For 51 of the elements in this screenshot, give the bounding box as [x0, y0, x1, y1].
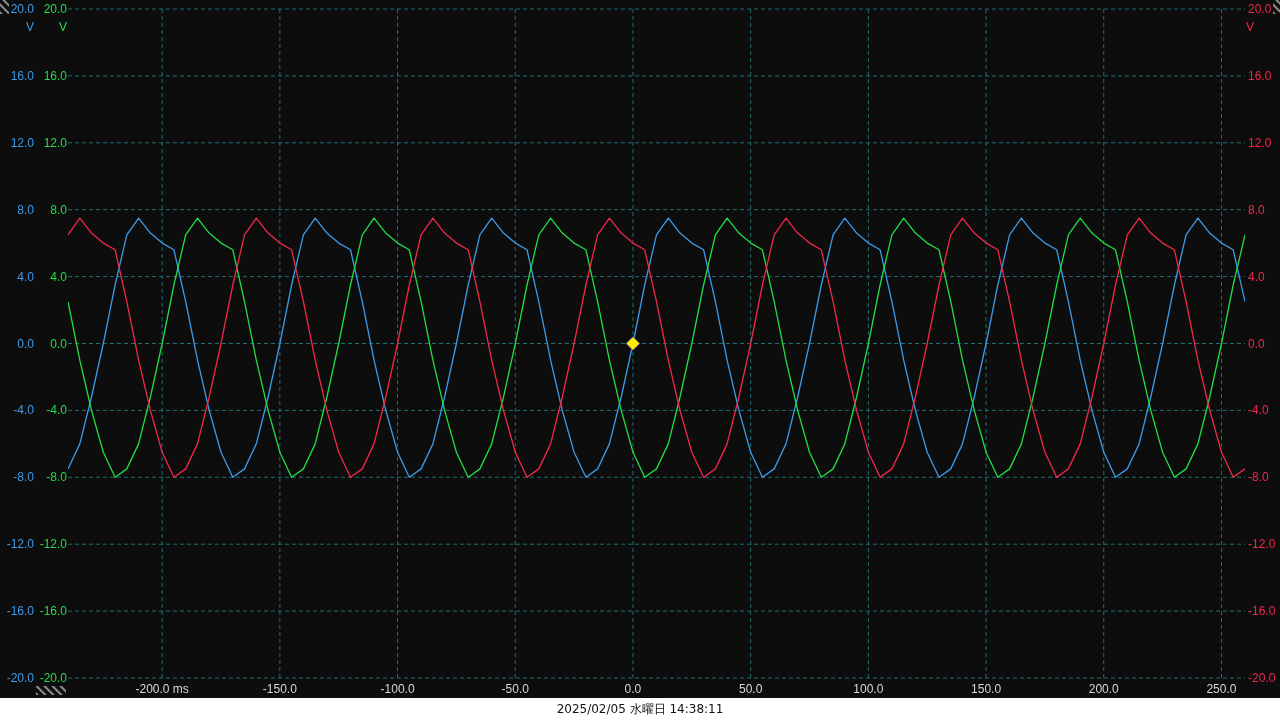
axis-label: 16.0 [43, 68, 67, 83]
axis-label: 12.0 [1248, 135, 1272, 150]
axis-label: 4.0 [50, 269, 67, 284]
unit-label: V [26, 20, 34, 34]
axis-label: 16.0 [1248, 68, 1272, 83]
axis-label: 0.0 [1248, 336, 1265, 351]
timestamp: 2025/02/05 水曜日 14:38:11 [556, 700, 724, 718]
axis-label: -20.0 [1248, 671, 1276, 685]
axis-label: 4.0 [1248, 269, 1265, 284]
axis-label: 250.0 [1206, 682, 1237, 696]
hatch-icon[interactable] [36, 686, 66, 695]
axis-label: -8.0 [1248, 470, 1269, 485]
axis-label: 4.0 [17, 269, 34, 284]
axis-label: -8.0 [13, 470, 34, 485]
axis-label: -4.0 [1248, 403, 1269, 418]
axis-label: 200.0 [1088, 682, 1119, 696]
hatch-icon[interactable] [1273, 0, 1280, 14]
axis-label: 12.0 [43, 135, 67, 150]
trigger-marker[interactable] [625, 336, 641, 351]
axis-label: -150.0 [262, 682, 297, 696]
axis-label: -100.0 [380, 682, 415, 696]
axis-label: 16.0 [10, 68, 34, 83]
axis-label: -12.0 [6, 537, 34, 552]
axis-label: 20.0 [1248, 2, 1272, 16]
axis-label: 12.0 [10, 135, 34, 150]
axis-label: -16.0 [6, 604, 34, 619]
axis-label: -16.0 [39, 604, 67, 619]
axis-label: -16.0 [1248, 604, 1276, 619]
axis-label: -200.0 ms [135, 682, 189, 696]
axis-label: 0.0 [624, 682, 642, 696]
axis-label: 8.0 [17, 202, 34, 217]
axis-label: -8.0 [46, 470, 67, 485]
axis-label: 8.0 [1248, 202, 1265, 217]
axis-label: -12.0 [39, 537, 67, 552]
hatch-icon[interactable] [0, 0, 9, 14]
axis-label: 100.0 [853, 682, 884, 696]
axis-label: -4.0 [13, 403, 34, 418]
unit-label: V [59, 20, 67, 34]
axis-label: -20.0 [39, 671, 67, 685]
axis-label: -50.0 [501, 682, 529, 696]
axis-label: 0.0 [17, 336, 34, 351]
axis-label: 150.0 [971, 682, 1002, 696]
axis-label: 50.0 [739, 682, 763, 696]
axis-label: 0.0 [50, 336, 67, 351]
axis-label: -20.0 [6, 671, 34, 685]
axis-label: -4.0 [46, 403, 67, 418]
axis-label: -12.0 [1248, 537, 1276, 552]
axis-label: 20.0 [43, 2, 67, 16]
axis-label: 8.0 [50, 202, 67, 217]
axis-label: 20.0 [10, 2, 34, 16]
unit-label: V [1246, 20, 1254, 34]
